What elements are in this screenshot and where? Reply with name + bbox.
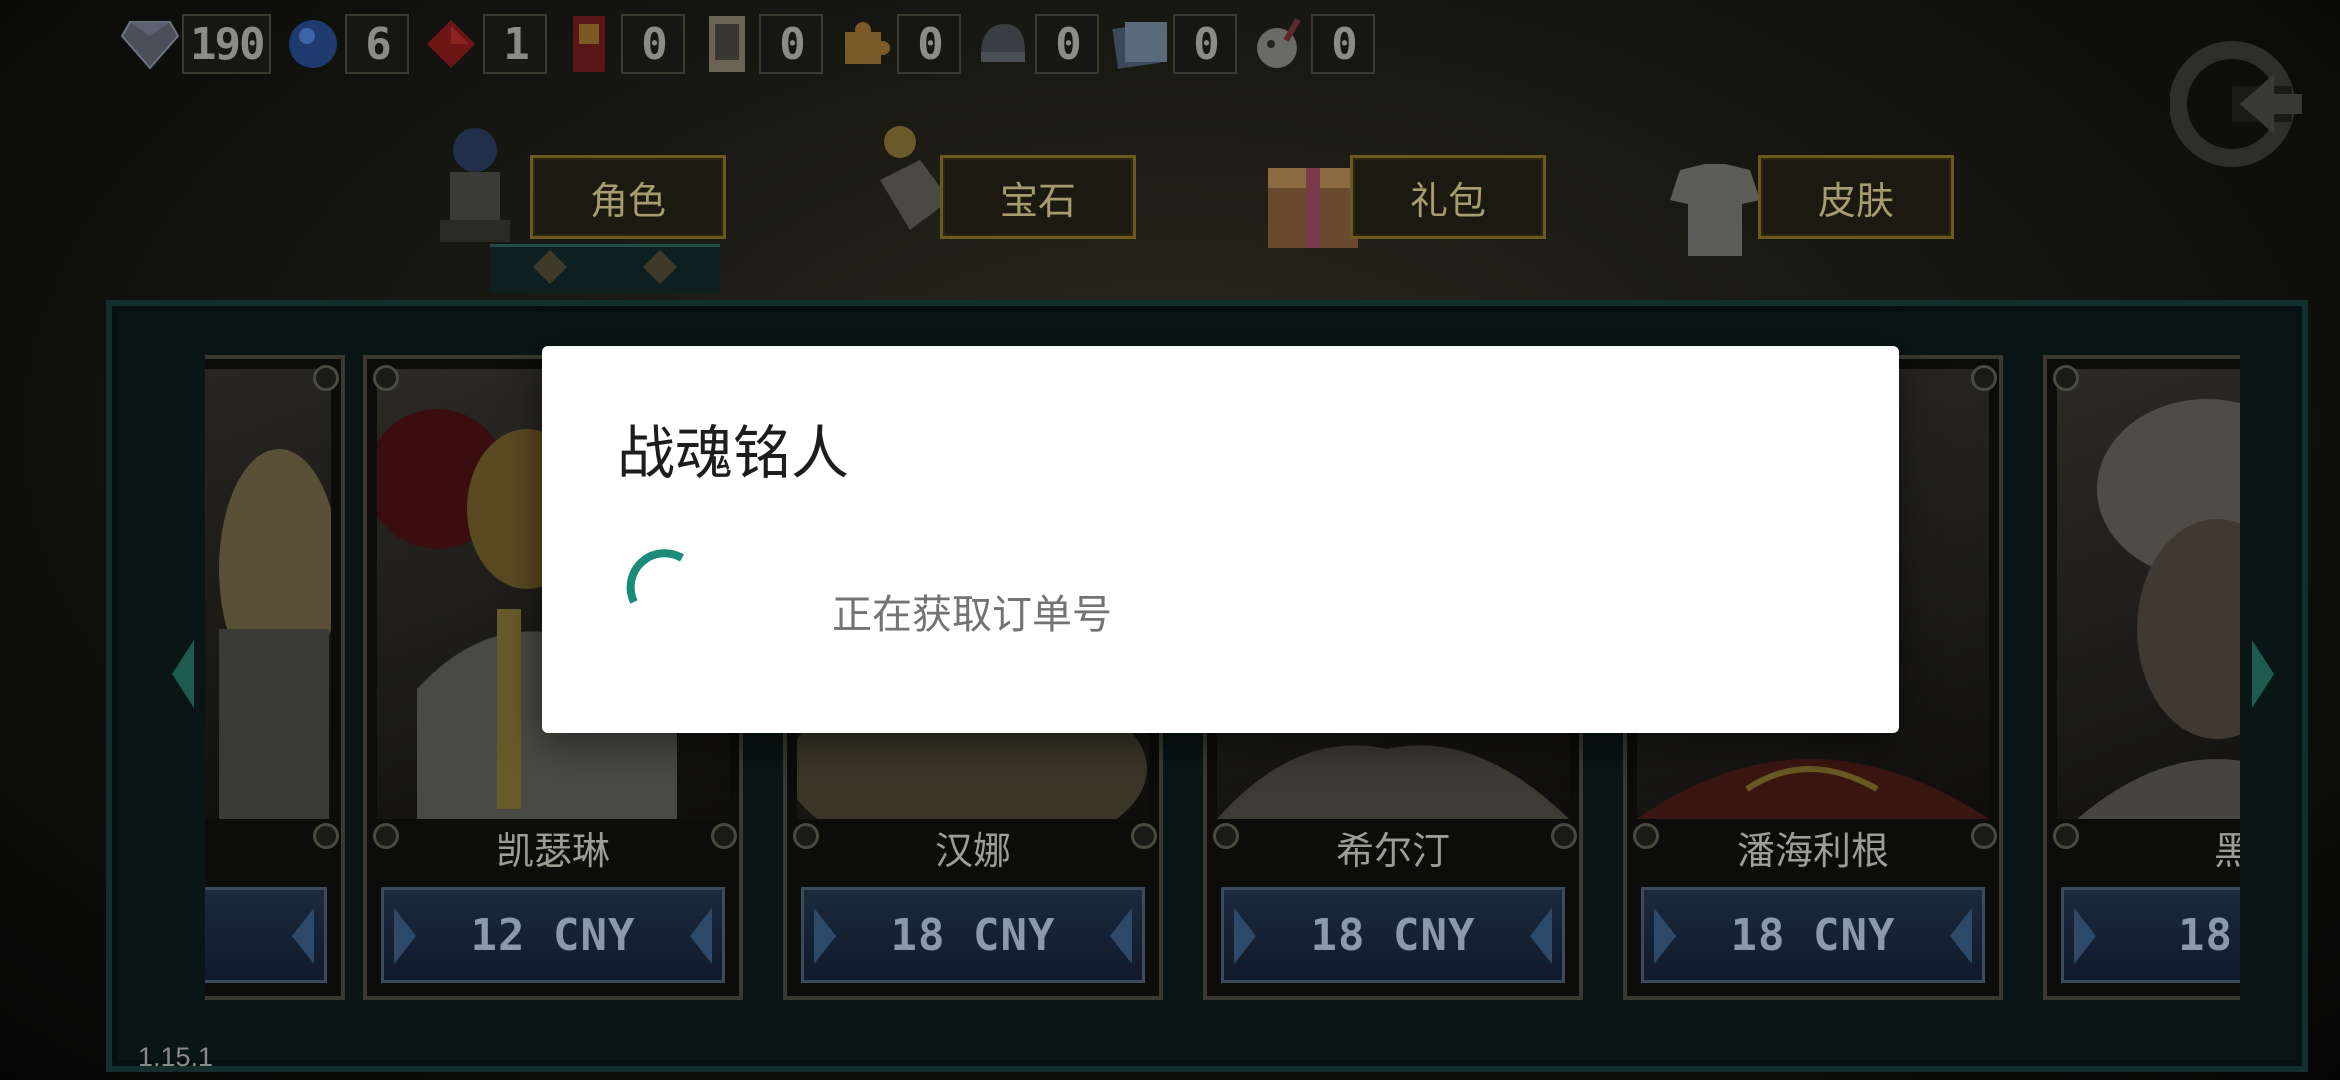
price-label: 12 CNY xyxy=(470,909,636,961)
scroll-card-icon xyxy=(695,12,759,76)
mascot-icon xyxy=(1247,12,1311,76)
character-portrait xyxy=(205,369,331,819)
currency-count: 0 xyxy=(621,14,686,74)
currency-count: 0 xyxy=(1173,14,1238,74)
dialog-title: 战魂铭人 xyxy=(617,419,850,487)
bolt-decoration xyxy=(373,365,399,391)
currency-count: 0 xyxy=(759,14,824,74)
indicator-dot xyxy=(643,250,677,284)
loading-spinner-icon xyxy=(626,549,685,604)
buy-button[interactable]: 18 CNY xyxy=(801,887,1145,983)
bolt-decoration xyxy=(373,823,399,849)
active-tab-indicator xyxy=(490,244,720,293)
bolt-decoration xyxy=(2053,365,2079,391)
currency-red-gem[interactable]: 1 xyxy=(419,12,548,76)
exit-icon xyxy=(2169,41,2302,167)
scroll-right-button[interactable] xyxy=(2252,640,2274,708)
bolt-decoration xyxy=(313,823,339,849)
buy-button[interactable]: 18 C xyxy=(2061,887,2240,983)
version-label: 1.15.1 xyxy=(138,1042,214,1072)
currency-scroll[interactable]: 0 xyxy=(695,12,824,76)
indicator-dot xyxy=(533,250,567,284)
bolt-decoration xyxy=(1633,823,1659,849)
character-icon xyxy=(420,120,530,250)
character-card[interactable]: 黑 18 C xyxy=(2043,355,2240,1000)
currency-card-pack[interactable]: 0 xyxy=(1109,12,1238,76)
card-pack-icon xyxy=(1109,12,1173,76)
helmet-icon xyxy=(971,12,1035,76)
buy-button[interactable] xyxy=(205,887,327,983)
bolt-decoration xyxy=(313,365,339,391)
character-name: 希尔汀 xyxy=(1335,828,1450,873)
skin-shirt-icon xyxy=(1660,160,1770,290)
red-ticket-icon xyxy=(557,12,621,76)
bolt-decoration xyxy=(1551,823,1577,849)
price-label: 18 CNY xyxy=(890,909,1056,961)
character-portrait xyxy=(2057,369,2240,819)
buy-button[interactable]: 18 CNY xyxy=(1641,887,1985,983)
character-name: 汉娜 xyxy=(934,828,1011,873)
currency-bar: 190 6 1 0 0 0 0 0 0 xyxy=(118,12,1376,82)
bolt-decoration xyxy=(711,823,737,849)
tab-gem[interactable]: 宝石 xyxy=(940,155,1136,239)
buy-button[interactable]: 18 CNY xyxy=(1221,887,1565,983)
dialog-message: 正在获取订单号 xyxy=(832,592,1112,638)
exit-button[interactable] xyxy=(2169,40,2310,170)
loading-dialog: 战魂铭人 正在获取订单号 xyxy=(542,346,1899,733)
currency-mascot[interactable]: 0 xyxy=(1247,12,1376,76)
diamond-icon xyxy=(118,12,182,76)
tab-gift[interactable]: 礼包 xyxy=(1350,155,1546,239)
tab-label: 皮肤 xyxy=(1817,178,1894,223)
currency-count: 6 xyxy=(345,14,410,74)
tab-character[interactable]: 角色 xyxy=(530,155,726,239)
red-gem-icon xyxy=(419,12,483,76)
tab-label: 礼包 xyxy=(1409,178,1486,223)
bolt-decoration xyxy=(793,823,819,849)
game-shop-screen: 190 6 1 0 0 0 0 0 0 角色 宝石 礼包 皮肤 凯瑟琳 12 C… xyxy=(0,0,2340,1080)
currency-puzzle[interactable]: 0 xyxy=(833,12,962,76)
scroll-left-button[interactable] xyxy=(172,640,194,708)
price-label: 18 CNY xyxy=(1310,909,1476,961)
currency-count: 190 xyxy=(182,14,272,74)
character-name: 黑 xyxy=(2213,828,2240,873)
currency-ticket[interactable]: 0 xyxy=(557,12,686,76)
currency-helmet[interactable]: 0 xyxy=(971,12,1100,76)
tab-label: 角色 xyxy=(589,178,666,223)
character-name: 凯瑟琳 xyxy=(495,828,610,873)
bolt-decoration xyxy=(1971,823,1997,849)
bolt-decoration xyxy=(2053,823,2079,849)
price-label: 18 CNY xyxy=(1730,909,1896,961)
bolt-decoration xyxy=(1131,823,1157,849)
character-card[interactable] xyxy=(205,355,345,1000)
tab-skin[interactable]: 皮肤 xyxy=(1758,155,1954,239)
currency-orb[interactable]: 6 xyxy=(281,12,410,76)
currency-count: 0 xyxy=(1035,14,1100,74)
currency-count: 0 xyxy=(1311,14,1376,74)
puzzle-piece-icon xyxy=(833,12,897,76)
price-label: 18 C xyxy=(2178,909,2240,961)
bolt-decoration xyxy=(1971,365,1997,391)
character-name: 潘海利根 xyxy=(1736,828,1889,873)
blue-orb-icon xyxy=(281,12,345,76)
bolt-decoration xyxy=(1213,823,1239,849)
buy-button[interactable]: 12 CNY xyxy=(381,887,725,983)
currency-count: 1 xyxy=(483,14,548,74)
currency-count: 0 xyxy=(897,14,962,74)
currency-diamond[interactable]: 190 xyxy=(118,12,272,76)
tab-label: 宝石 xyxy=(999,178,1076,223)
